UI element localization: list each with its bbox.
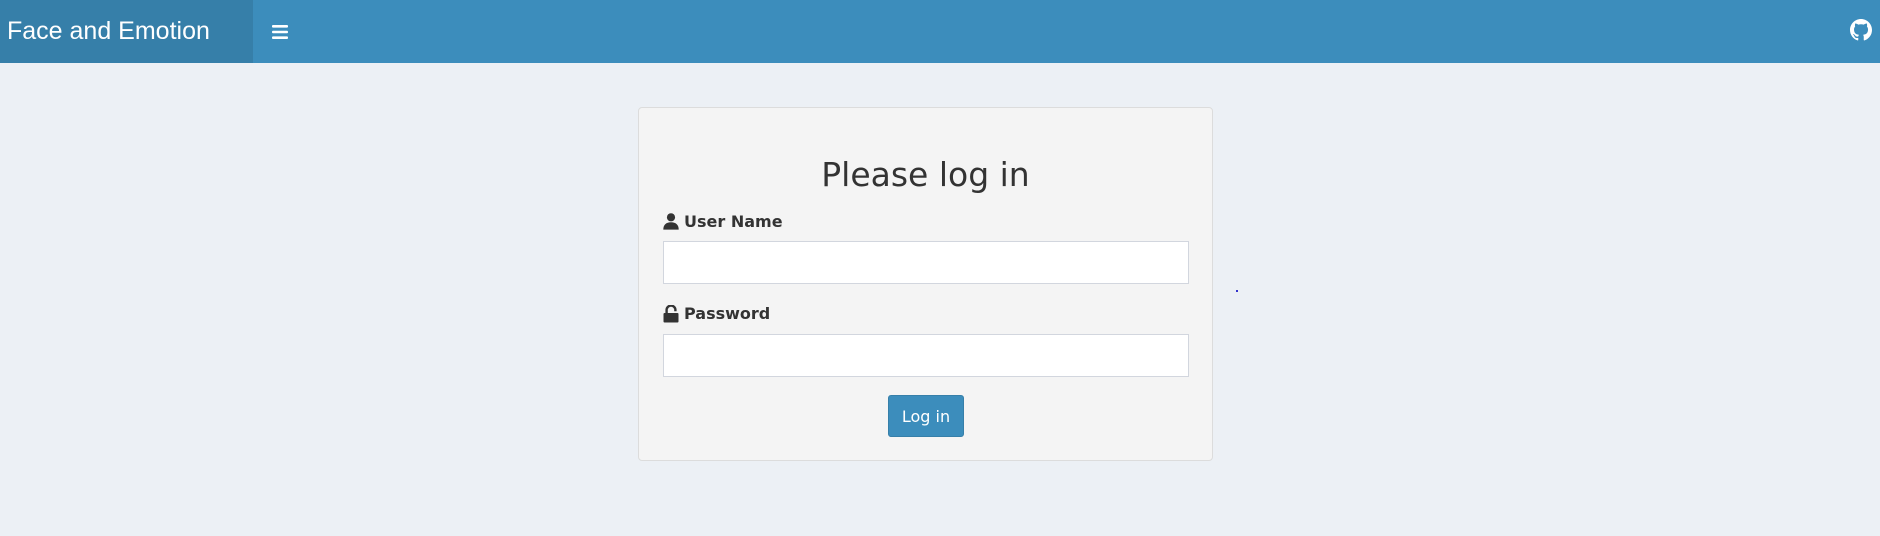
bars-icon: [271, 24, 288, 39]
stray-dot: [1236, 290, 1238, 292]
user-icon: [663, 213, 679, 230]
password-input[interactable]: [663, 334, 1189, 377]
login-button[interactable]: Log in: [888, 395, 964, 437]
github-icon[interactable]: [1850, 19, 1872, 41]
password-label-text: Password: [684, 304, 771, 323]
username-label: User Name: [663, 212, 783, 231]
sidebar-toggle-button[interactable]: [253, 0, 306, 63]
username-input[interactable]: [663, 241, 1189, 284]
username-label-text: User Name: [684, 212, 783, 231]
app-brand-title[interactable]: Face and Emotion: [0, 0, 253, 63]
password-label: Password: [663, 304, 770, 323]
top-navbar: Face and Emotion: [0, 0, 1880, 63]
login-panel: Please log in User Name Password Log in: [638, 107, 1213, 461]
unlock-icon: [663, 304, 679, 322]
login-title: Please log in: [821, 155, 1030, 194]
